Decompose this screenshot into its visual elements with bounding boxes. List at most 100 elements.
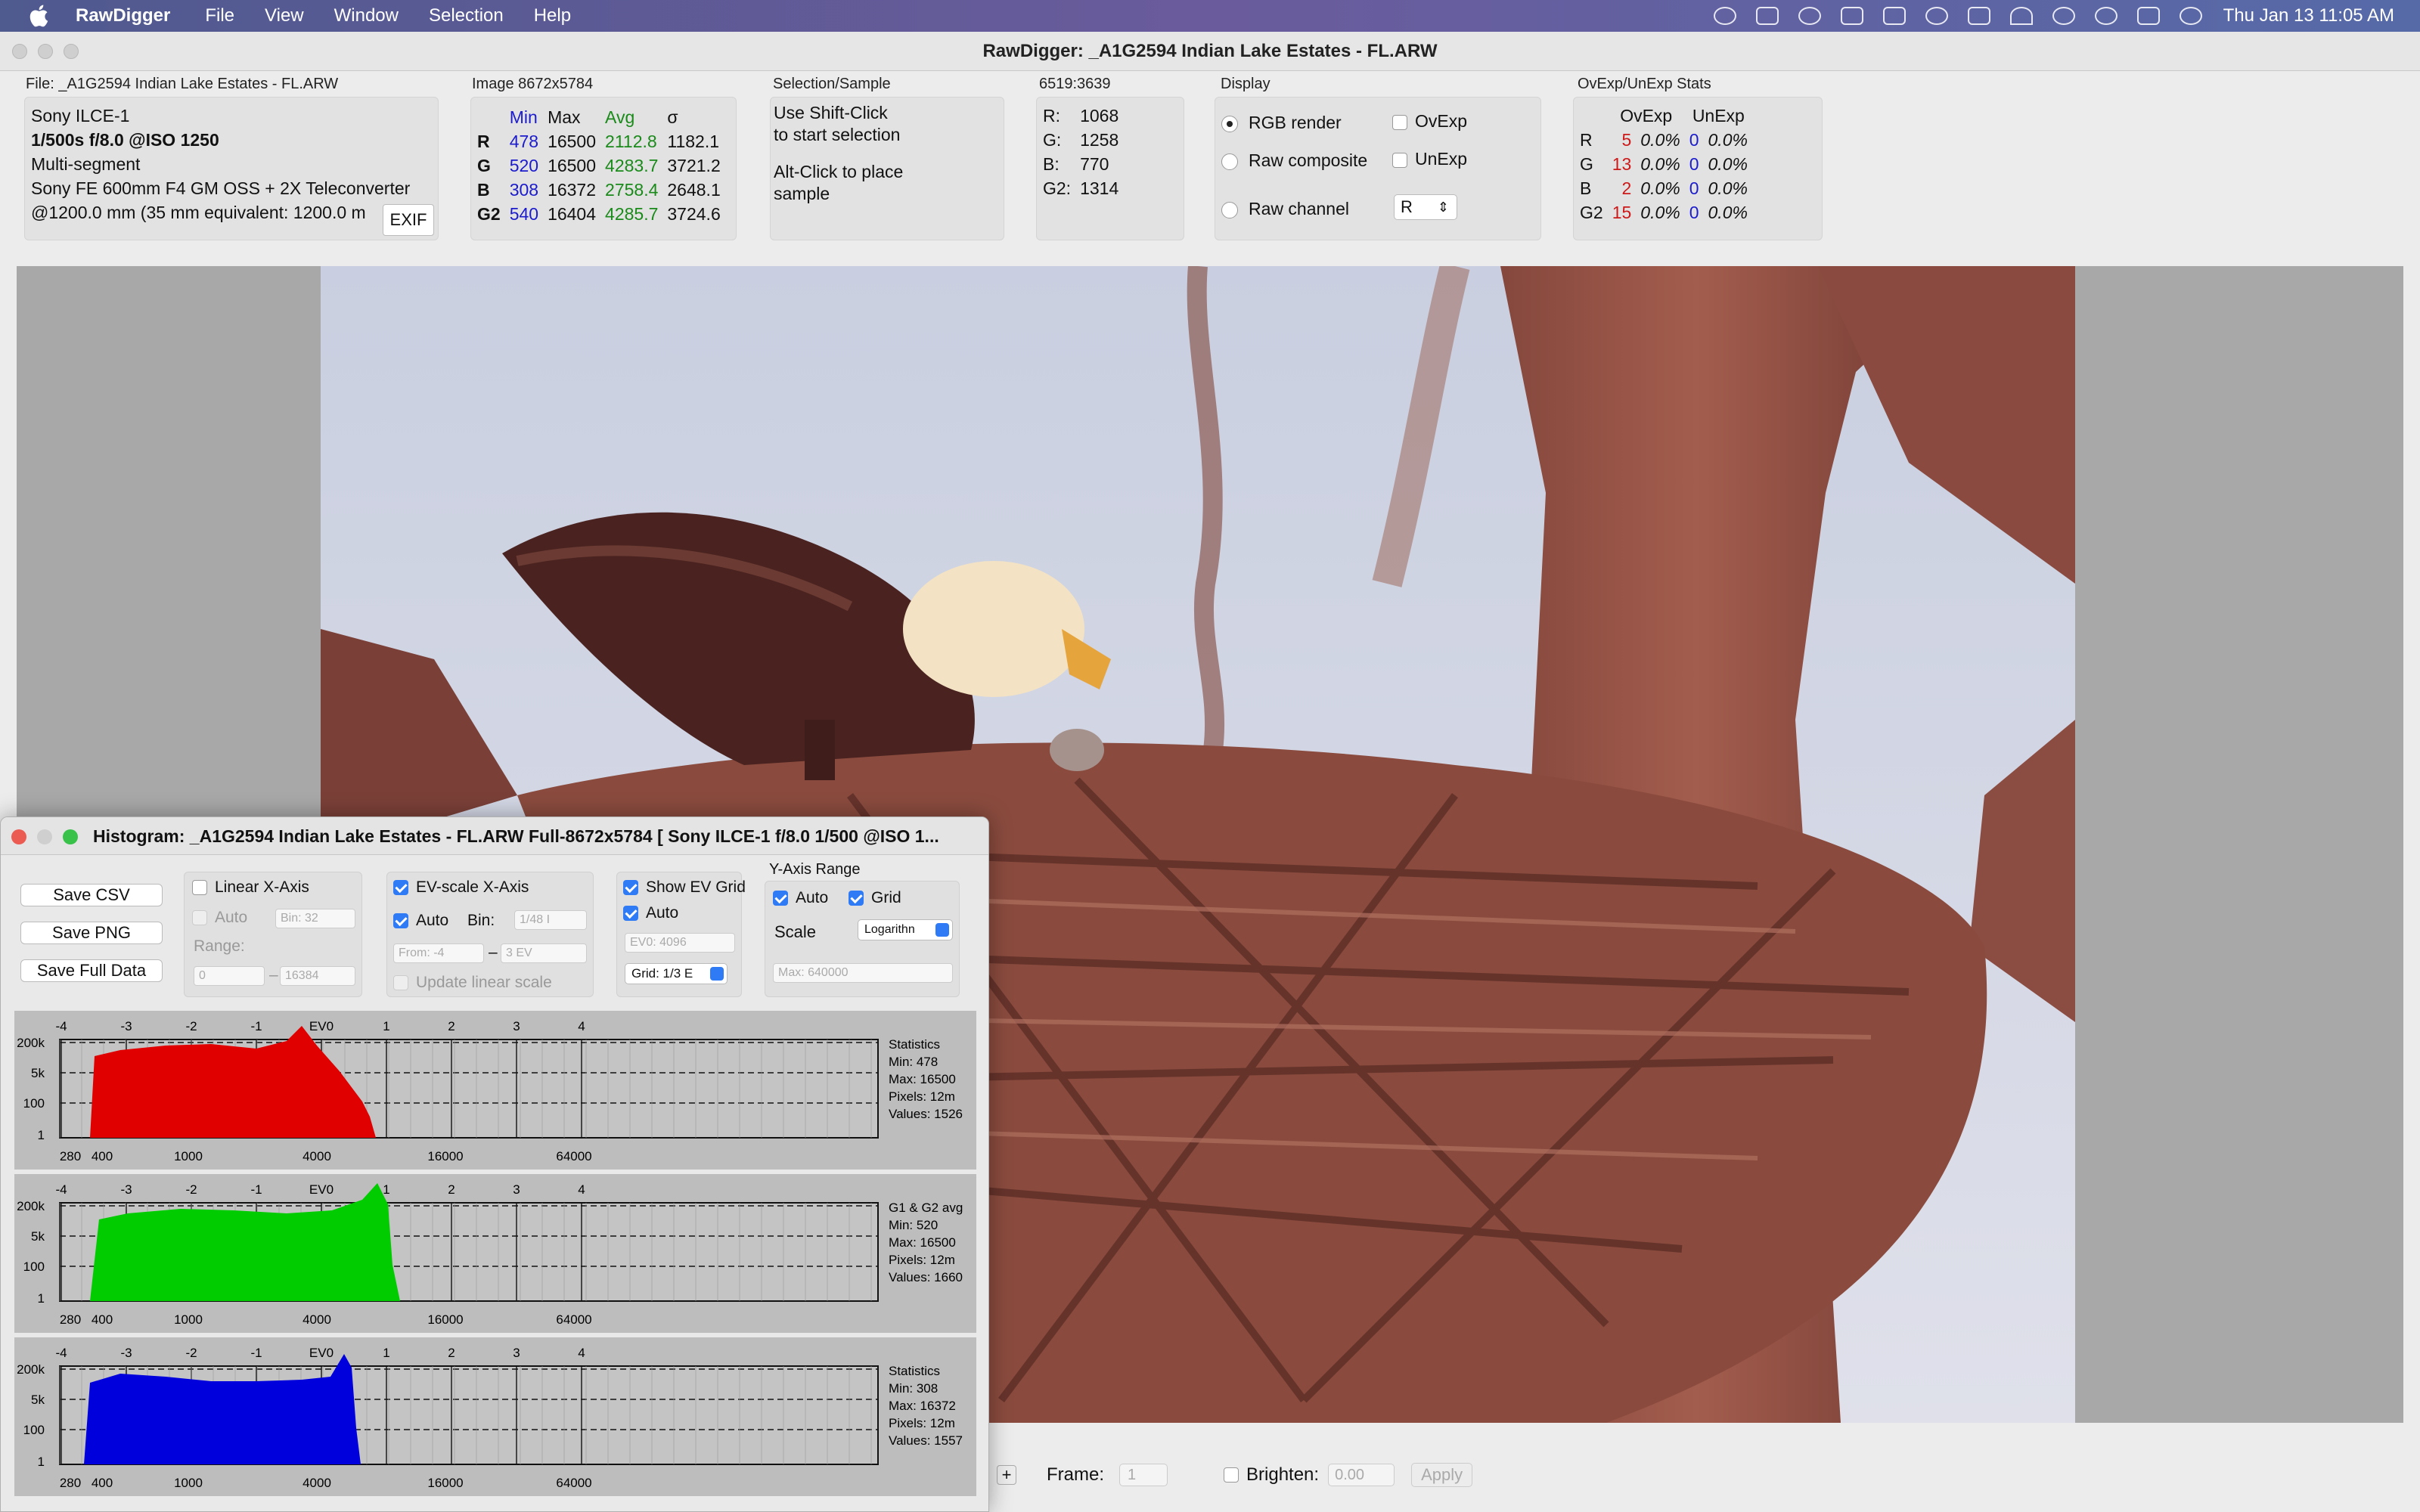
histogram-stat-line: Statistics [889, 1037, 940, 1052]
radio-unselected[interactable] [1221, 201, 1238, 218]
clock[interactable]: Thu Jan 13 11:05 AM [2223, 5, 2394, 26]
checkbox-checked[interactable] [393, 913, 408, 929]
exif-button[interactable]: EXIF [383, 204, 434, 236]
checkbox[interactable] [192, 910, 207, 926]
menu-selection[interactable]: Selection [429, 5, 504, 26]
ev-scale-toggle[interactable]: EV-scale X-Axis [393, 878, 529, 897]
y-auto-toggle[interactable]: Auto [773, 889, 828, 907]
apply-button[interactable]: Apply [1411, 1463, 1473, 1487]
brighten-input[interactable]: 0.00 [1328, 1464, 1395, 1486]
menu-help[interactable]: Help [534, 5, 571, 26]
checkbox-checked[interactable] [623, 880, 638, 896]
unexp-label: UnExp [1415, 149, 1468, 169]
checkbox[interactable] [192, 880, 207, 896]
control-center-icon[interactable] [2136, 7, 2160, 25]
window-controls [12, 44, 79, 59]
add-frame-button[interactable]: + [997, 1465, 1016, 1485]
menu-file[interactable]: File [205, 5, 234, 26]
minimize-button[interactable] [38, 44, 53, 59]
sample-value: 1258 [1080, 130, 1119, 150]
ev-auto-toggle[interactable]: Auto [393, 912, 448, 930]
y-grid-label: Grid [871, 889, 901, 906]
wifi-icon[interactable] [2009, 7, 2033, 25]
histogram-title: Histogram: _A1G2594 Indian Lake Estates … [1, 817, 988, 855]
brighten-checkbox[interactable] [1224, 1467, 1239, 1483]
checkbox[interactable] [1392, 152, 1407, 168]
battery-icon[interactable] [1967, 7, 1990, 25]
rgb-render-label: RGB render [1249, 113, 1342, 132]
creative-cloud-icon[interactable] [1713, 7, 1736, 25]
radio-unselected[interactable] [1221, 153, 1238, 170]
save-csv-button[interactable]: Save CSV [20, 884, 163, 906]
range-from-field[interactable]: 0 [194, 966, 265, 986]
menu-view[interactable]: View [265, 5, 304, 26]
y-tick-label: 1 [38, 1455, 45, 1469]
play-icon[interactable] [1925, 7, 1948, 25]
user-icon[interactable] [2052, 7, 2075, 25]
update-linear-toggle[interactable]: Update linear scale [393, 974, 552, 992]
ev-to-field[interactable]: 3 EV [501, 943, 587, 963]
sync-icon[interactable] [1798, 7, 1821, 25]
ev-from-field[interactable]: From: -4 [393, 943, 484, 963]
ev-bin-field[interactable]: 1/48 I [514, 910, 587, 930]
raw-channel-option[interactable]: Raw channel [1221, 199, 1349, 219]
close-button[interactable] [11, 829, 26, 844]
channel-label: B: [1043, 154, 1060, 174]
show-ev-grid-toggle[interactable]: Show EV Grid [623, 878, 746, 897]
siri-icon[interactable] [2179, 7, 2202, 25]
mail-icon[interactable] [1840, 7, 1863, 25]
linear-x-axis-toggle[interactable]: Linear X-Axis [192, 878, 309, 897]
grid-step-select[interactable]: Grid: 1/3 E [625, 963, 728, 984]
raw-composite-option[interactable]: Raw composite [1221, 150, 1367, 171]
menu-app-name[interactable]: RawDigger [76, 5, 170, 26]
histogram-chart-green[interactable]: -4 -3 -2 -1 EV0 1 2 3 4 200k 5k 100 1 280 400 1000 4000 1… [14, 1174, 976, 1333]
keyboard-icon[interactable] [1882, 7, 1906, 25]
channel-select[interactable]: R ⇕ [1394, 194, 1457, 220]
recorder-icon[interactable] [1755, 7, 1779, 25]
ovexp-stats-table: OvExp UnExp R 5 0.0% 0 0.0% G 13 0.0% 0 0.0% B 2 0.… [1575, 104, 1752, 225]
histogram-window-controls [11, 829, 78, 844]
menu-window[interactable]: Window [334, 5, 399, 26]
close-button[interactable] [12, 44, 27, 59]
channel-label: B [1580, 178, 1592, 198]
apple-icon[interactable] [27, 3, 53, 29]
linear-x-axis-panel: Linear X-Axis Auto Bin: 32 Range: 0 – 16… [184, 872, 362, 997]
file-info-panel: Sony ILCE-1 1/500s f/8.0 @ISO 1250 Multi… [24, 97, 439, 240]
y-tick-label: 100 [23, 1423, 45, 1437]
image-stats-panel: Min Max Avg σ R 478 16500 2112.8 1182.1 … [470, 97, 737, 240]
raw-composite-label: Raw composite [1249, 150, 1368, 170]
linear-auto-toggle[interactable]: Auto [192, 909, 247, 927]
minimize-button[interactable] [37, 829, 52, 844]
ev-grid-auto-toggle[interactable]: Auto [623, 904, 678, 922]
linear-bin-field[interactable]: Bin: 32 [275, 909, 355, 928]
save-png-button[interactable]: Save PNG [20, 922, 163, 944]
histogram-window[interactable]: Histogram: _A1G2594 Indian Lake Estates … [0, 816, 989, 1512]
save-full-data-button[interactable]: Save Full Data [20, 959, 163, 982]
checkbox-checked[interactable] [623, 906, 638, 922]
histogram-chart-blue[interactable]: -4 -3 -2 -1 EV0 1 2 3 4 200k 5k 100 1 280 400 1000 4000 1… [14, 1337, 976, 1496]
search-icon[interactable] [2094, 7, 2118, 25]
checkbox-checked[interactable] [393, 880, 408, 896]
frame-stepper[interactable]: 1 [1119, 1464, 1168, 1486]
ovexp-toggle[interactable]: OvExp [1392, 111, 1467, 132]
col-sigma: σ [667, 107, 678, 127]
y-tick-label: 200k [17, 1362, 45, 1377]
display-header: Display [1221, 76, 1270, 92]
x-tick-label: 4000 [302, 1312, 331, 1327]
y-max-field[interactable]: Max: 640000 [773, 963, 953, 983]
histogram-chart-red[interactable]: -4 -3 -2 -1 EV0 1 2 3 4 200k 5k 100 1 280 400 1000 4000 1… [14, 1011, 976, 1170]
checkbox-checked[interactable] [773, 891, 788, 906]
ev0-field[interactable]: EV0: 4096 [625, 933, 735, 953]
y-tick-label: 100 [23, 1096, 45, 1111]
unexp-toggle[interactable]: UnExp [1392, 149, 1467, 169]
scale-select[interactable]: Logarithn [858, 919, 953, 940]
rgb-render-option[interactable]: RGB render [1221, 113, 1342, 133]
range-to-field[interactable]: 16384 [280, 966, 355, 986]
zoom-button[interactable] [64, 44, 79, 59]
y-grid-toggle[interactable]: Grid [849, 889, 901, 907]
radio-selected[interactable] [1221, 115, 1238, 132]
checkbox[interactable] [393, 975, 408, 991]
checkbox[interactable] [1392, 114, 1407, 130]
checkbox-checked[interactable] [849, 891, 864, 906]
zoom-button[interactable] [63, 829, 78, 844]
